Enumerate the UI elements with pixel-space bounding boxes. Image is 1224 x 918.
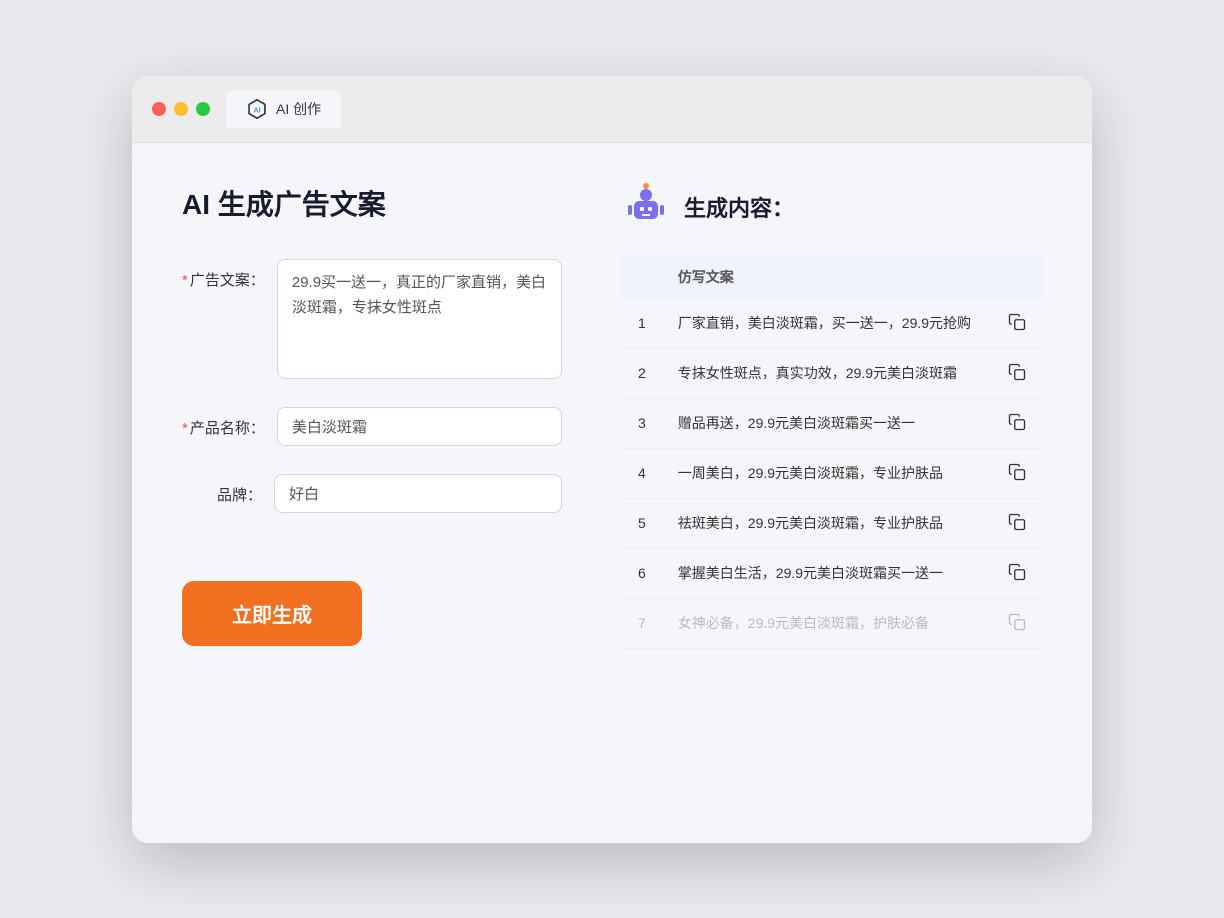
row-number: 5 bbox=[622, 498, 662, 548]
brand-label: 品牌： bbox=[182, 474, 262, 505]
ad-copy-input[interactable]: 29.9买一送一，真正的厂家直销，美白淡斑霜，专抹女性斑点 bbox=[277, 259, 562, 379]
ad-copy-group: *广告文案： 29.9买一送一，真正的厂家直销，美白淡斑霜，专抹女性斑点 bbox=[182, 259, 562, 379]
row-number: 4 bbox=[622, 448, 662, 498]
table-row: 6掌握美白生活，29.9元美白淡斑霜买一送一 bbox=[622, 548, 1042, 598]
maximize-button[interactable] bbox=[196, 102, 210, 116]
product-name-label: *产品名称： bbox=[182, 407, 265, 438]
row-copy-text: 女神必备，29.9元美白淡斑霜，护肤必备 bbox=[662, 598, 992, 648]
required-star-2: * bbox=[182, 420, 188, 437]
robot-icon bbox=[622, 183, 670, 231]
tab-label: AI 创作 bbox=[276, 99, 321, 119]
col-action bbox=[992, 255, 1042, 299]
table-row: 2专抹女性斑点，真实功效，29.9元美白淡斑霜 bbox=[622, 348, 1042, 398]
result-header: 生成内容： bbox=[622, 183, 1042, 231]
result-title: 生成内容： bbox=[684, 191, 794, 223]
table-row: 7女神必备，29.9元美白淡斑霜，护肤必备 bbox=[622, 598, 1042, 648]
table-row: 4一周美白，29.9元美白淡斑霜，专业护肤品 bbox=[622, 448, 1042, 498]
browser-window: AI AI 创作 AI 生成广告文案 *广告文案： 29.9买一送一，真正的厂家… bbox=[132, 76, 1092, 843]
row-copy-text: 赠品再送，29.9元美白淡斑霜买一送一 bbox=[662, 398, 992, 448]
copy-button[interactable] bbox=[992, 548, 1042, 598]
row-copy-text: 祛斑美白，29.9元美白淡斑霜，专业护肤品 bbox=[662, 498, 992, 548]
results-table: 仿写文案 1厂家直销，美白淡斑霜，买一送一，29.9元抢购2专抹女性斑点，真实功… bbox=[622, 255, 1042, 649]
table-row: 3赠品再送，29.9元美白淡斑霜买一送一 bbox=[622, 398, 1042, 448]
ai-tab[interactable]: AI AI 创作 bbox=[226, 90, 341, 128]
close-button[interactable] bbox=[152, 102, 166, 116]
row-copy-text: 掌握美白生活，29.9元美白淡斑霜买一送一 bbox=[662, 548, 992, 598]
minimize-button[interactable] bbox=[174, 102, 188, 116]
brand-group: 品牌： bbox=[182, 474, 562, 513]
svg-text:AI: AI bbox=[253, 105, 260, 114]
copy-button[interactable] bbox=[992, 398, 1042, 448]
right-panel: 生成内容： 仿写文案 1厂家直销，美白淡斑霜，买一送一，29.9元抢购2专抹女性… bbox=[622, 183, 1042, 803]
copy-button[interactable] bbox=[992, 598, 1042, 648]
product-name-input[interactable] bbox=[277, 407, 562, 446]
row-number: 2 bbox=[622, 348, 662, 398]
row-number: 3 bbox=[622, 398, 662, 448]
col-num bbox=[622, 255, 662, 299]
row-number: 1 bbox=[622, 299, 662, 349]
left-panel: AI 生成广告文案 *广告文案： 29.9买一送一，真正的厂家直销，美白淡斑霜，… bbox=[182, 183, 562, 803]
row-number: 7 bbox=[622, 598, 662, 648]
copy-button[interactable] bbox=[992, 448, 1042, 498]
titlebar: AI AI 创作 bbox=[132, 76, 1092, 143]
copy-button[interactable] bbox=[992, 299, 1042, 349]
table-header-row: 仿写文案 bbox=[622, 255, 1042, 299]
brand-input[interactable] bbox=[274, 474, 562, 513]
generate-button[interactable]: 立即生成 bbox=[182, 581, 362, 646]
copy-button[interactable] bbox=[992, 348, 1042, 398]
product-name-group: *产品名称： bbox=[182, 407, 562, 446]
page-title: AI 生成广告文案 bbox=[182, 183, 562, 223]
row-copy-text: 专抹女性斑点，真实功效，29.9元美白淡斑霜 bbox=[662, 348, 992, 398]
table-row: 5祛斑美白，29.9元美白淡斑霜，专业护肤品 bbox=[622, 498, 1042, 548]
ai-tab-icon: AI bbox=[246, 98, 268, 120]
row-copy-text: 厂家直销，美白淡斑霜，买一送一，29.9元抢购 bbox=[662, 299, 992, 349]
row-number: 6 bbox=[622, 548, 662, 598]
required-star-1: * bbox=[182, 272, 188, 289]
copy-button[interactable] bbox=[992, 498, 1042, 548]
ad-copy-label: *广告文案： bbox=[182, 259, 265, 290]
traffic-lights bbox=[152, 102, 210, 116]
col-copy: 仿写文案 bbox=[662, 255, 992, 299]
table-row: 1厂家直销，美白淡斑霜，买一送一，29.9元抢购 bbox=[622, 299, 1042, 349]
row-copy-text: 一周美白，29.9元美白淡斑霜，专业护肤品 bbox=[662, 448, 992, 498]
main-content: AI 生成广告文案 *广告文案： 29.9买一送一，真正的厂家直销，美白淡斑霜，… bbox=[132, 143, 1092, 843]
